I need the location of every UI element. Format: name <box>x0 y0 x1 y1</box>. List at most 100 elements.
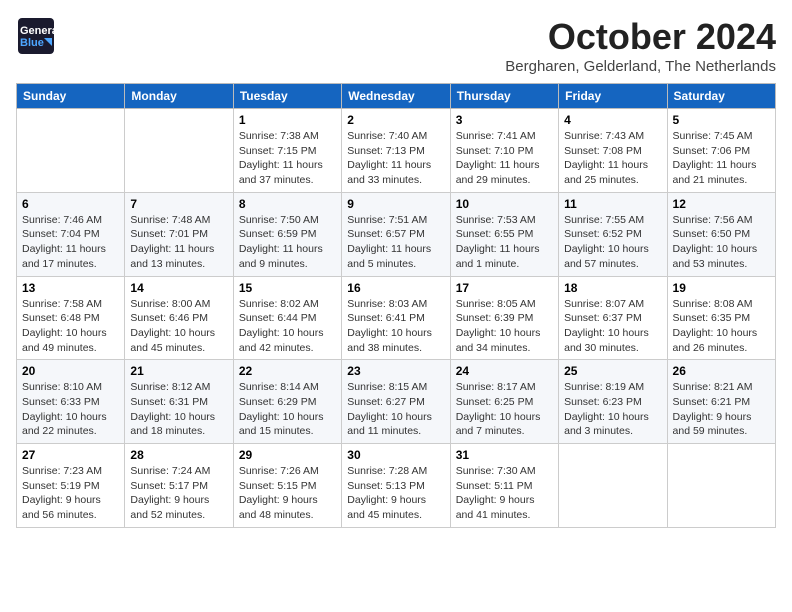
day-info: Sunrise: 8:08 AMSunset: 6:35 PMDaylight:… <box>673 297 770 356</box>
day-info: Sunrise: 7:46 AMSunset: 7:04 PMDaylight:… <box>22 213 119 272</box>
day-number: 25 <box>564 364 661 378</box>
calendar-day-26: 26 Sunrise: 8:21 AMSunset: 6:21 PMDayligh… <box>667 360 775 444</box>
calendar-week-row: 13 Sunrise: 7:58 AMSunset: 6:48 PMDayligh… <box>17 276 776 360</box>
day-info: Sunrise: 7:30 AMSunset: 5:11 PMDaylight:… <box>456 464 553 523</box>
calendar-week-row: 20 Sunrise: 8:10 AMSunset: 6:33 PMDayligh… <box>17 360 776 444</box>
weekday-header-saturday: Saturday <box>667 84 775 109</box>
calendar-day-19: 19 Sunrise: 8:08 AMSunset: 6:35 PMDayligh… <box>667 276 775 360</box>
day-number: 11 <box>564 197 661 211</box>
day-number: 22 <box>239 364 336 378</box>
calendar-table: SundayMondayTuesdayWednesdayThursdayFrid… <box>16 83 776 528</box>
logo: General Blue <box>16 16 56 56</box>
weekday-header-monday: Monday <box>125 84 233 109</box>
day-info: Sunrise: 8:15 AMSunset: 6:27 PMDaylight:… <box>347 380 444 439</box>
day-number: 1 <box>239 113 336 127</box>
day-info: Sunrise: 8:12 AMSunset: 6:31 PMDaylight:… <box>130 380 227 439</box>
day-number: 21 <box>130 364 227 378</box>
day-info: Sunrise: 8:19 AMSunset: 6:23 PMDaylight:… <box>564 380 661 439</box>
day-info: Sunrise: 8:10 AMSunset: 6:33 PMDaylight:… <box>22 380 119 439</box>
day-info: Sunrise: 7:28 AMSunset: 5:13 PMDaylight:… <box>347 464 444 523</box>
calendar-day-3: 3 Sunrise: 7:41 AMSunset: 7:10 PMDaylight… <box>450 109 558 193</box>
day-info: Sunrise: 7:53 AMSunset: 6:55 PMDaylight:… <box>456 213 553 272</box>
calendar-day-23: 23Sunrise: 8:15 AMSunset: 6:27 PMDayligh… <box>342 360 450 444</box>
calendar-empty-cell <box>17 109 125 193</box>
day-number: 7 <box>130 197 227 211</box>
day-number: 17 <box>456 281 553 295</box>
day-info: Sunrise: 8:00 AMSunset: 6:46 PMDaylight:… <box>130 297 227 356</box>
calendar-day-31: 31 Sunrise: 7:30 AMSunset: 5:11 PMDayligh… <box>450 444 558 528</box>
calendar-day-29: 29Sunrise: 7:26 AMSunset: 5:15 PMDayligh… <box>233 444 341 528</box>
day-info: Sunrise: 7:50 AMSunset: 6:59 PMDaylight:… <box>239 213 336 272</box>
day-number: 26 <box>673 364 770 378</box>
day-number: 20 <box>22 364 119 378</box>
day-number: 13 <box>22 281 119 295</box>
day-info: Sunrise: 7:40 AMSunset: 7:13 PMDaylight:… <box>347 129 444 188</box>
day-number: 14 <box>130 281 227 295</box>
weekday-header-sunday: Sunday <box>17 84 125 109</box>
calendar-day-17: 17 Sunrise: 8:05 AMSunset: 6:39 PMDayligh… <box>450 276 558 360</box>
day-info: Sunrise: 7:51 AMSunset: 6:57 PMDaylight:… <box>347 213 444 272</box>
calendar-day-22: 22 Sunrise: 8:14 AMSunset: 6:29 PMDayligh… <box>233 360 341 444</box>
calendar-day-9: 9 Sunrise: 7:51 AMSunset: 6:57 PMDaylight… <box>342 192 450 276</box>
weekday-header-friday: Friday <box>559 84 667 109</box>
calendar-day-10: 10 Sunrise: 7:53 AMSunset: 6:55 PMDayligh… <box>450 192 558 276</box>
title-block: October 2024 Bergharen, Gelderland, The … <box>505 16 776 75</box>
day-number: 3 <box>456 113 553 127</box>
day-info: Sunrise: 7:58 AMSunset: 6:48 PMDaylight:… <box>22 297 119 356</box>
calendar-day-13: 13 Sunrise: 7:58 AMSunset: 6:48 PMDayligh… <box>17 276 125 360</box>
day-info: Sunrise: 8:14 AMSunset: 6:29 PMDaylight:… <box>239 380 336 439</box>
day-info: Sunrise: 7:55 AMSunset: 6:52 PMDaylight:… <box>564 213 661 272</box>
weekday-header-wednesday: Wednesday <box>342 84 450 109</box>
calendar-day-14: 14 Sunrise: 8:00 AMSunset: 6:46 PMDayligh… <box>125 276 233 360</box>
calendar-week-row: 27 Sunrise: 7:23 AMSunset: 5:19 PMDayligh… <box>17 444 776 528</box>
calendar-day-16: 16Sunrise: 8:03 AMSunset: 6:41 PMDayligh… <box>342 276 450 360</box>
day-number: 2 <box>347 113 444 127</box>
day-info: Sunrise: 7:41 AMSunset: 7:10 PMDaylight:… <box>456 129 553 188</box>
day-number: 19 <box>673 281 770 295</box>
calendar-day-1: 1Sunrise: 7:38 AMSunset: 7:15 PMDaylight… <box>233 109 341 193</box>
day-number: 28 <box>130 448 227 462</box>
day-info: Sunrise: 8:21 AMSunset: 6:21 PMDaylight:… <box>673 380 770 439</box>
calendar-day-6: 6 Sunrise: 7:46 AMSunset: 7:04 PMDaylight… <box>17 192 125 276</box>
calendar-week-row: 6 Sunrise: 7:46 AMSunset: 7:04 PMDaylight… <box>17 192 776 276</box>
weekday-header-thursday: Thursday <box>450 84 558 109</box>
calendar-empty-cell <box>667 444 775 528</box>
calendar-day-28: 28 Sunrise: 7:24 AMSunset: 5:17 PMDayligh… <box>125 444 233 528</box>
day-number: 9 <box>347 197 444 211</box>
day-number: 31 <box>456 448 553 462</box>
day-info: Sunrise: 7:23 AMSunset: 5:19 PMDaylight:… <box>22 464 119 523</box>
calendar-empty-cell <box>559 444 667 528</box>
day-number: 10 <box>456 197 553 211</box>
day-info: Sunrise: 7:24 AMSunset: 5:17 PMDaylight:… <box>130 464 227 523</box>
day-number: 8 <box>239 197 336 211</box>
calendar-day-24: 24Sunrise: 8:17 AMSunset: 6:25 PMDayligh… <box>450 360 558 444</box>
calendar-day-2: 2 Sunrise: 7:40 AMSunset: 7:13 PMDaylight… <box>342 109 450 193</box>
calendar-day-5: 5 Sunrise: 7:45 AMSunset: 7:06 PMDaylight… <box>667 109 775 193</box>
day-info: Sunrise: 7:45 AMSunset: 7:06 PMDaylight:… <box>673 129 770 188</box>
day-info: Sunrise: 7:56 AMSunset: 6:50 PMDaylight:… <box>673 213 770 272</box>
calendar-day-4: 4Sunrise: 7:43 AMSunset: 7:08 PMDaylight… <box>559 109 667 193</box>
calendar-day-15: 15Sunrise: 8:02 AMSunset: 6:44 PMDayligh… <box>233 276 341 360</box>
day-number: 27 <box>22 448 119 462</box>
day-info: Sunrise: 8:05 AMSunset: 6:39 PMDaylight:… <box>456 297 553 356</box>
day-info: Sunrise: 7:43 AMSunset: 7:08 PMDaylight:… <box>564 129 661 188</box>
weekday-header-row: SundayMondayTuesdayWednesdayThursdayFrid… <box>17 84 776 109</box>
calendar-week-row: 1Sunrise: 7:38 AMSunset: 7:15 PMDaylight… <box>17 109 776 193</box>
calendar-subtitle: Bergharen, Gelderland, The Netherlands <box>505 58 776 75</box>
calendar-day-18: 18Sunrise: 8:07 AMSunset: 6:37 PMDayligh… <box>559 276 667 360</box>
calendar-title: October 2024 <box>505 16 776 58</box>
calendar-empty-cell <box>125 109 233 193</box>
day-number: 29 <box>239 448 336 462</box>
page-header: General Blue October 2024 Bergharen, Gel… <box>16 16 776 75</box>
day-number: 5 <box>673 113 770 127</box>
calendar-day-30: 30Sunrise: 7:28 AMSunset: 5:13 PMDayligh… <box>342 444 450 528</box>
day-number: 12 <box>673 197 770 211</box>
calendar-day-20: 20 Sunrise: 8:10 AMSunset: 6:33 PMDayligh… <box>17 360 125 444</box>
day-number: 18 <box>564 281 661 295</box>
day-info: Sunrise: 8:02 AMSunset: 6:44 PMDaylight:… <box>239 297 336 356</box>
weekday-header-tuesday: Tuesday <box>233 84 341 109</box>
day-info: Sunrise: 8:17 AMSunset: 6:25 PMDaylight:… <box>456 380 553 439</box>
calendar-day-25: 25 Sunrise: 8:19 AMSunset: 6:23 PMDayligh… <box>559 360 667 444</box>
day-number: 6 <box>22 197 119 211</box>
calendar-day-12: 12 Sunrise: 7:56 AMSunset: 6:50 PMDayligh… <box>667 192 775 276</box>
